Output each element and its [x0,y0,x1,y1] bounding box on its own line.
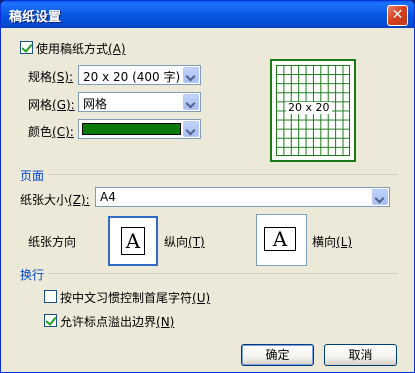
portrait-page-icon: A [121,227,145,255]
portrait-shortcut: (T) [188,235,205,249]
chevron-down-icon[interactable] [183,67,199,83]
landscape-option[interactable]: A [256,214,307,266]
portrait-label[interactable]: 纵向(T) [164,233,205,250]
spec-shortcut: (S): [52,70,74,84]
paper-size-value: A4 [100,190,116,204]
color-swatch [82,123,181,135]
spec-label: 规格(S): [28,68,73,85]
grid-value: 网格 [83,97,108,111]
ok-button[interactable]: 确定 [241,344,314,366]
title-bar: 稿纸设置 ✕ [1,1,414,28]
page-section-title: 页面 [20,169,45,183]
portrait-text: 纵向 [164,235,189,249]
landscape-page-icon: A [264,227,296,251]
paper-size-label: 纸张大小(Z): [20,191,90,208]
grid-paper-settings-dialog: 稿纸设置 ✕ 使用稿纸方式(A) 规格(S): 20 x 20 (400 字) … [0,0,415,373]
landscape-label[interactable]: 横向(L) [312,233,352,250]
landscape-text: 横向 [312,235,337,249]
chinese-control-label[interactable]: 按中文习惯控制首尾字符(U) [60,289,210,306]
grid-preview-label: 20 x 20 [286,101,332,114]
spec-label-text: 规格 [28,70,53,84]
grid-preview: 20 x 20 [270,59,356,162]
use-grid-paper-text: 使用稿纸方式 [36,42,109,56]
color-label: 颜色(C): [28,123,74,140]
orientation-label: 纸张方向 [28,235,77,249]
chevron-down-icon[interactable] [372,189,388,205]
chevron-down-icon[interactable] [183,94,199,110]
allow-overflow-label[interactable]: 允许标点溢出边界(N) [60,313,174,330]
portrait-option[interactable]: A [108,216,158,266]
chinese-control-text: 按中文习惯控制首尾字符 [60,291,193,305]
allow-overflow-shortcut: (N) [156,315,175,329]
cancel-button[interactable]: 取消 [324,344,397,366]
close-button[interactable]: ✕ [387,5,408,26]
chinese-control-shortcut: (U) [192,291,211,305]
paper-size-select[interactable]: A4 [95,187,390,207]
chevron-down-icon[interactable] [183,121,199,137]
allow-overflow-text: 允许标点溢出边界 [60,315,157,329]
color-label-text: 颜色 [28,125,53,139]
line-break-section-divider [48,273,398,274]
use-grid-paper-label[interactable]: 使用稿纸方式(A) [36,40,126,57]
line-break-section-title: 换行 [20,268,45,282]
paper-size-text: 纸张大小 [20,193,69,207]
page-section-divider [48,174,398,175]
spec-select[interactable]: 20 x 20 (400 字) [78,65,201,85]
allow-overflow-checkbox[interactable] [44,314,57,327]
color-select[interactable] [78,119,201,139]
color-shortcut: (C): [52,125,74,139]
use-grid-paper-checkbox[interactable] [20,41,33,54]
chinese-control-checkbox[interactable] [44,290,57,303]
grid-label: 网格(G): [28,96,75,113]
grid-label-text: 网格 [28,98,53,112]
paper-size-shortcut: (Z): [68,193,90,207]
grid-shortcut: (G): [52,98,75,112]
use-grid-paper-shortcut: (A) [108,42,126,56]
close-icon: ✕ [391,7,404,23]
grid-select[interactable]: 网格 [78,92,201,112]
spec-value: 20 x 20 (400 字) [83,70,181,84]
landscape-shortcut: (L) [336,235,353,249]
dialog-title: 稿纸设置 [9,10,62,25]
